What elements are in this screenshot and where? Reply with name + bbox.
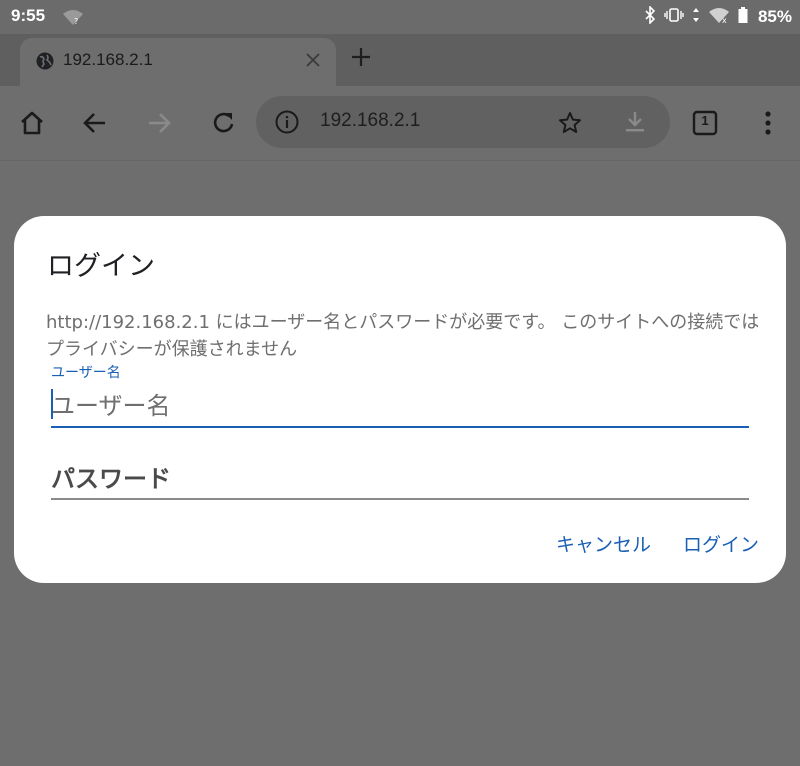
browser-tab[interactable]: 192.168.2.1: [20, 38, 336, 86]
browser-toolbar: 192.168.2.1 1: [0, 86, 800, 161]
info-icon[interactable]: [275, 110, 299, 138]
new-tab-icon[interactable]: [350, 46, 372, 72]
password-input[interactable]: [51, 460, 749, 498]
back-icon[interactable]: [82, 110, 108, 140]
data-arrows-icon: [692, 7, 700, 27]
username-label: ユーザー名: [51, 365, 121, 381]
download-icon[interactable]: [623, 110, 647, 138]
star-icon[interactable]: [558, 111, 582, 139]
url-text: 192.168.2.1: [320, 110, 421, 131]
forward-icon[interactable]: [146, 110, 172, 140]
svg-text:x: x: [722, 16, 727, 23]
menu-icon[interactable]: [764, 110, 772, 140]
password-field[interactable]: [51, 460, 749, 500]
cancel-button[interactable]: キャンセル: [556, 530, 651, 557]
battery-percent: 85%: [757, 7, 792, 26]
status-icons: x 85%: [644, 5, 792, 28]
vibrate-icon: [664, 7, 684, 27]
reload-icon[interactable]: [211, 110, 237, 140]
globe-icon: [35, 51, 55, 75]
tab-title: 192.168.2.1: [63, 50, 153, 69]
tab-switcher-icon[interactable]: 1: [692, 110, 718, 140]
status-time: 9:55: [11, 6, 46, 25]
username-field[interactable]: [51, 386, 749, 428]
tab-strip: 192.168.2.1: [0, 34, 800, 86]
login-dialog: ログイン http://192.168.2.1 にはユーザー名とパスワードが必要…: [14, 216, 786, 583]
svg-text:?: ?: [74, 17, 78, 25]
battery-icon: [738, 7, 748, 27]
dialog-title: ログイン: [47, 251, 155, 282]
status-bar: 9:55 ? x 85%: [0, 0, 800, 34]
wifi-unknown-icon: ?: [62, 9, 84, 29]
dialog-message: http://192.168.2.1 にはユーザー名とパスワードが必要です。 こ…: [46, 312, 760, 360]
mobile-signal-icon: x: [708, 7, 730, 27]
tab-count: 1: [701, 113, 709, 128]
text-caret: [51, 389, 53, 419]
username-input[interactable]: [51, 386, 749, 426]
bluetooth-icon: [644, 5, 656, 28]
address-bar[interactable]: 192.168.2.1: [256, 96, 670, 148]
login-button[interactable]: ログイン: [683, 530, 759, 557]
close-tab-icon[interactable]: [304, 51, 322, 73]
home-icon[interactable]: [19, 110, 45, 140]
